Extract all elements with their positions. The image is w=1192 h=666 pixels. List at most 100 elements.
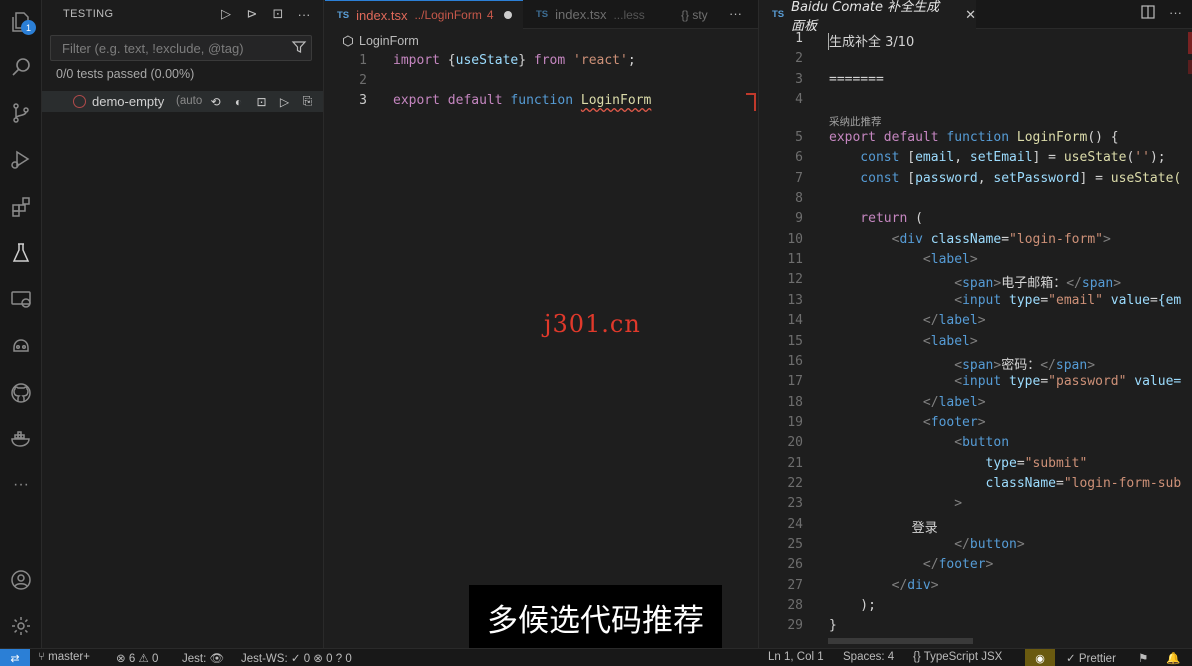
code-line[interactable]: 22 className="login-form-sub bbox=[760, 476, 1192, 496]
jest-ws-status[interactable]: Jest-WS: ✓ 0 ⊗ 0 ? 0 bbox=[241, 651, 352, 665]
code-line[interactable]: 2 bbox=[760, 51, 1192, 71]
line-number: 10 bbox=[787, 231, 803, 247]
language-mode[interactable]: {} TypeScript JSX bbox=[913, 651, 1002, 663]
code-line[interactable]: 27 </div> bbox=[760, 578, 1192, 598]
code-line[interactable]: 3 export default function LoginForm bbox=[325, 93, 758, 113]
code-line[interactable]: 6 const [email, setEmail] = useState('')… bbox=[760, 150, 1192, 170]
code-line[interactable]: 14 </label> bbox=[760, 313, 1192, 333]
tab-style-label: {} sty bbox=[681, 7, 708, 22]
run-debug-icon[interactable] bbox=[7, 145, 35, 173]
watch-icon[interactable]: ⟲ bbox=[207, 93, 224, 110]
scroll-error-marker bbox=[1188, 32, 1192, 54]
activity-bar: 1 ··· bbox=[0, 0, 42, 648]
run-all-tests-icon[interactable]: ▷ bbox=[217, 5, 235, 23]
remote-indicator-icon[interactable]: ⇄ bbox=[0, 649, 30, 666]
notifications-bell-icon[interactable]: 🔔 bbox=[1166, 651, 1180, 665]
code-line[interactable]: 24 登录 bbox=[760, 517, 1192, 537]
code-line[interactable]: 7 const [password, setPassword] = useSta… bbox=[760, 171, 1192, 191]
coverage-icon[interactable]: ◐ bbox=[230, 93, 247, 110]
code-line[interactable]: 3 ======= bbox=[760, 72, 1192, 92]
ts-file-icon: TS bbox=[337, 9, 350, 21]
test-row-toolbar: ⟲ ◐ ⊡ ▷ ⎘ bbox=[207, 93, 316, 110]
code-line[interactable]: 18 </label> bbox=[760, 395, 1192, 415]
code-line[interactable]: 21 type="submit" bbox=[760, 456, 1192, 476]
run-test-icon[interactable]: ▷ bbox=[276, 93, 293, 110]
tab-comate-panel[interactable]: TS Baidu Comate 补全生成面板 ✕ bbox=[760, 0, 976, 34]
tab-index-tsx-active[interactable]: TS index.tsx ../LoginForm 4 bbox=[325, 0, 523, 29]
settings-gear-icon[interactable] bbox=[7, 612, 35, 640]
code-line[interactable]: 1 import {useState} from 'react'; bbox=[325, 53, 758, 73]
code-line[interactable]: 20 <button bbox=[760, 435, 1192, 455]
test-item[interactable]: demo-empty (auto ⟲ ◐ ⊡ ▷ ⎘ bbox=[42, 91, 323, 112]
filter-input[interactable] bbox=[51, 36, 281, 60]
code-line[interactable]: 19 <footer> bbox=[760, 415, 1192, 435]
extensions-icon[interactable] bbox=[7, 193, 35, 221]
code-line[interactable]: 9 return ( bbox=[760, 211, 1192, 231]
search-icon[interactable] bbox=[7, 53, 35, 81]
breadcrumb[interactable]: LoginForm bbox=[342, 34, 419, 48]
accept-suggestion-link[interactable]: 采纳此推荐 bbox=[829, 114, 882, 129]
ws-fail-count: 0 bbox=[326, 653, 333, 665]
text-cursor bbox=[828, 33, 829, 50]
code-line[interactable]: 10 <div className="login-form"> bbox=[760, 232, 1192, 252]
line-number: 29 bbox=[787, 618, 803, 634]
problems-status[interactable]: ⊗ 6 ⚠ 0 bbox=[116, 651, 158, 665]
testing-icon[interactable] bbox=[7, 239, 35, 267]
horizontal-scrollbar[interactable] bbox=[828, 638, 973, 644]
feedback-icon[interactable]: ⚑ bbox=[1138, 651, 1148, 665]
line-number: 27 bbox=[787, 577, 803, 593]
unsaved-dot-icon[interactable] bbox=[503, 11, 512, 19]
warning-icon: ⚠ bbox=[138, 653, 149, 665]
code-line[interactable]: 2 bbox=[325, 73, 758, 93]
code-line[interactable]: 5 export default function LoginForm() { bbox=[760, 130, 1192, 150]
language-name: TypeScript JSX bbox=[923, 651, 1003, 663]
more-icon[interactable]: ··· bbox=[7, 471, 35, 499]
comate-status-icon[interactable]: ◉ bbox=[1025, 649, 1055, 666]
close-tab-icon[interactable]: ✕ bbox=[965, 7, 976, 23]
indentation[interactable]: Spaces: 4 bbox=[843, 651, 894, 663]
jest-watch-icon: 👁 bbox=[209, 653, 225, 665]
go-to-test-icon[interactable]: ⎘ bbox=[299, 93, 316, 110]
source-control-icon[interactable] bbox=[7, 99, 35, 127]
code-line[interactable]: 4 bbox=[760, 92, 1192, 112]
debug-tests-icon[interactable]: ⊳ bbox=[243, 5, 261, 23]
warning-count: 0 bbox=[151, 653, 159, 665]
editor-more-icon[interactable]: ··· bbox=[729, 6, 742, 21]
run-terminal-icon[interactable]: ⊡ bbox=[269, 5, 287, 23]
account-icon[interactable] bbox=[7, 566, 35, 594]
code-line[interactable]: 12 <span>电子邮箱：</span> bbox=[760, 272, 1192, 292]
code-line[interactable]: 8 bbox=[760, 191, 1192, 211]
more-actions-icon[interactable]: ··· bbox=[295, 5, 313, 23]
code-line[interactable]: 15 <label> bbox=[760, 334, 1192, 354]
split-editor-icon[interactable] bbox=[1141, 5, 1155, 22]
jest-status[interactable]: Jest: 👁 bbox=[182, 651, 224, 665]
copilot-icon[interactable] bbox=[7, 332, 35, 360]
code-line[interactable]: 11 <label> bbox=[760, 252, 1192, 272]
github-icon[interactable] bbox=[7, 379, 35, 407]
filter-funnel-icon[interactable] bbox=[291, 39, 307, 58]
line-number: 28 bbox=[787, 598, 803, 614]
line-number: 4 bbox=[795, 92, 803, 108]
code-line[interactable]: 1 生成补全 3/10 bbox=[760, 31, 1192, 51]
code-line[interactable]: 26 </footer> bbox=[760, 557, 1192, 577]
editor-more-icon[interactable]: ··· bbox=[1169, 5, 1182, 22]
line-text: <button bbox=[829, 435, 1010, 451]
cursor-position[interactable]: Ln 1, Col 1 bbox=[768, 651, 824, 663]
tab-index-tsx-less[interactable]: TS index.tsx ...less bbox=[524, 0, 652, 29]
prettier-status[interactable]: ✓ Prettier bbox=[1066, 651, 1116, 665]
code-line[interactable]: 16 <span>密码：</span> bbox=[760, 354, 1192, 374]
branch-status[interactable]: ⑂ master+ bbox=[38, 651, 90, 663]
code-line[interactable]: 23 > bbox=[760, 496, 1192, 516]
fail-icon: ⊗ bbox=[313, 653, 323, 665]
code-line[interactable]: 25 </button> bbox=[760, 537, 1192, 557]
code-line[interactable]: 17 <input type="password" value= bbox=[760, 374, 1192, 394]
line-text: </label> bbox=[829, 313, 986, 329]
docker-icon[interactable] bbox=[7, 425, 35, 453]
code-line[interactable]: 28 ); bbox=[760, 598, 1192, 618]
code-line[interactable]: 13 <input type="email" value={em bbox=[760, 293, 1192, 313]
code-line[interactable]: 29} bbox=[760, 618, 1192, 638]
branch-name: master+ bbox=[48, 651, 90, 663]
terminal-icon[interactable]: ⊡ bbox=[253, 93, 270, 110]
line-number: 23 bbox=[787, 496, 803, 512]
remote-explorer-icon[interactable] bbox=[7, 285, 35, 313]
